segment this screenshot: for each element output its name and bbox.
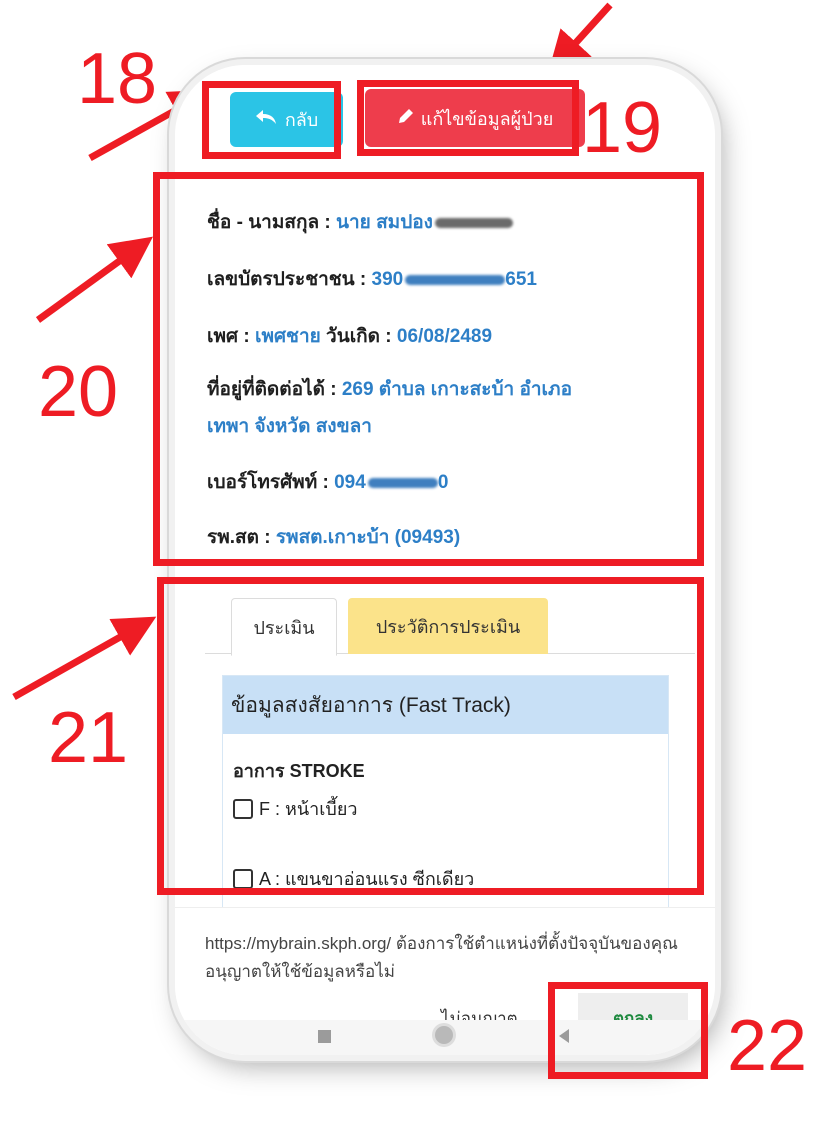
permission-message: https://mybrain.skph.org/ ต้องการใช้ตำแห… (205, 934, 678, 981)
callout-22: 22 (727, 1006, 808, 1086)
callout-19: 19 (582, 88, 663, 168)
callout-20: 20 (38, 352, 119, 432)
arrow-21 (12, 616, 157, 701)
recents-square-icon[interactable] (318, 1030, 331, 1043)
annotation-box-21 (157, 577, 704, 895)
arrow-19 (547, 2, 613, 74)
annotation-box-22 (548, 982, 708, 1079)
annotation-box-18 (202, 81, 341, 159)
home-circle-icon[interactable] (435, 1026, 453, 1044)
annotation-box-20 (153, 172, 704, 566)
annotation-box-19 (357, 80, 579, 156)
callout-21: 21 (48, 698, 129, 778)
arrow-20 (35, 236, 154, 323)
callout-18: 18 (77, 39, 158, 119)
